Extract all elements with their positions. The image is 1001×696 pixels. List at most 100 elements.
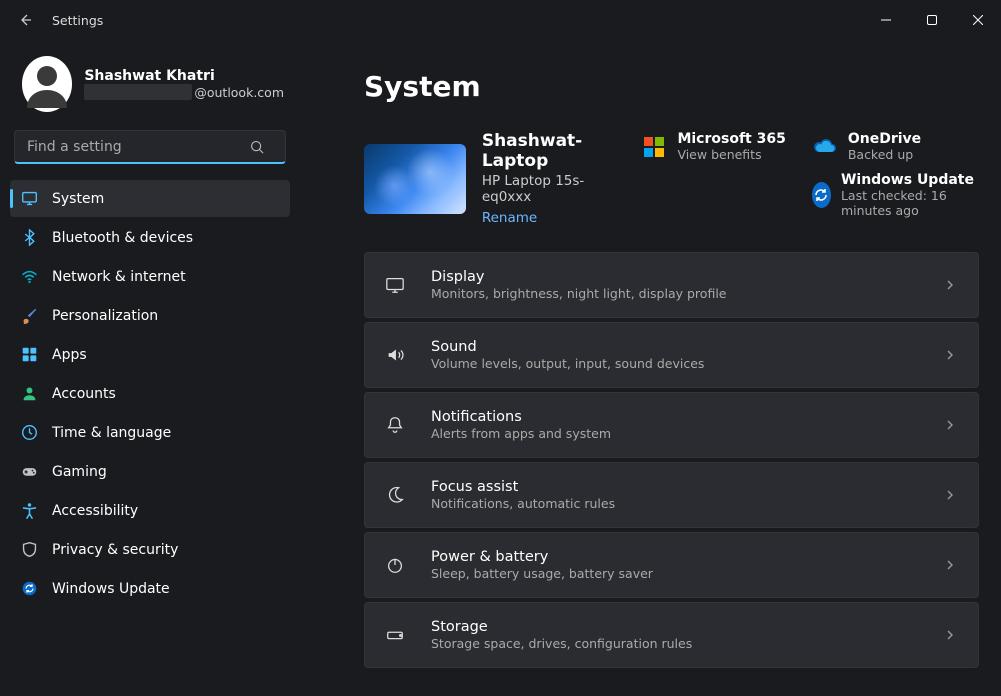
status-onedrive[interactable]: OneDriveBacked up xyxy=(812,131,979,162)
row-subtitle: Storage space, drives, configuration rul… xyxy=(431,636,692,651)
sidebar-item-apps[interactable]: Apps xyxy=(10,336,290,373)
titlebar: Settings xyxy=(0,0,1001,40)
settings-row-focus-assist[interactable]: Focus assistNotifications, automatic rul… xyxy=(364,462,979,528)
sidebar-item-label: Network & internet xyxy=(52,269,186,285)
sidebar-item-label: Apps xyxy=(52,347,87,363)
sidebar-item-label: Gaming xyxy=(52,464,107,480)
main: System Shashwat-Laptop HP Laptop 15s-eq0… xyxy=(300,40,1001,696)
user-email-redacted xyxy=(84,84,192,100)
sidebar-item-label: Bluetooth & devices xyxy=(52,230,193,246)
sidebar-item-accessibility[interactable]: Accessibility xyxy=(10,492,290,529)
chevron-right-icon xyxy=(944,349,956,361)
settings-row-display[interactable]: DisplayMonitors, brightness, night light… xyxy=(364,252,979,318)
row-title: Display xyxy=(431,269,726,285)
person-icon xyxy=(23,60,71,108)
settings-row-sound[interactable]: SoundVolume levels, output, input, sound… xyxy=(364,322,979,388)
device-model: HP Laptop 15s-eq0xxx xyxy=(482,173,624,205)
device-card: Shashwat-Laptop HP Laptop 15s-eq0xxx Ren… xyxy=(364,131,623,226)
back-button[interactable] xyxy=(14,8,38,32)
sidebar: Shashwat Khatri @outlook.com System Bluet… xyxy=(0,40,300,696)
sidebar-item-system[interactable]: System xyxy=(10,180,290,217)
row-subtitle: Sleep, battery usage, battery saver xyxy=(431,566,653,581)
clock-icon xyxy=(20,424,38,442)
close-icon xyxy=(973,15,983,25)
display-icon xyxy=(381,275,409,295)
sidebar-item-bluetooth-devices[interactable]: Bluetooth & devices xyxy=(10,219,290,256)
sidebar-item-label: Personalization xyxy=(52,308,158,324)
row-subtitle: Volume levels, output, input, sound devi… xyxy=(431,356,704,371)
system-icon xyxy=(20,190,38,208)
wifi-icon xyxy=(20,268,38,286)
sidebar-item-privacy-security[interactable]: Privacy & security xyxy=(10,531,290,568)
update-icon xyxy=(20,580,38,598)
user-card[interactable]: Shashwat Khatri @outlook.com xyxy=(6,50,294,126)
page-title: System xyxy=(364,70,979,103)
rename-link[interactable]: Rename xyxy=(482,210,537,226)
accessibility-icon xyxy=(20,502,38,520)
apps-icon xyxy=(20,346,38,364)
settings-row-power-battery[interactable]: Power & batterySleep, battery usage, bat… xyxy=(364,532,979,598)
settings-row-notifications[interactable]: NotificationsAlerts from apps and system xyxy=(364,392,979,458)
moon-icon xyxy=(381,485,409,505)
sidebar-item-label: System xyxy=(52,191,104,207)
status-sub: Backed up xyxy=(848,147,921,162)
sidebar-item-label: Accessibility xyxy=(52,503,138,519)
status-sub: Last checked: 16 minutes ago xyxy=(841,188,979,218)
sidebar-item-personalization[interactable]: Personalization xyxy=(10,297,290,334)
settings-list: DisplayMonitors, brightness, night light… xyxy=(364,252,979,668)
status-title: OneDrive xyxy=(848,131,921,147)
bell-icon xyxy=(381,415,409,435)
row-title: Storage xyxy=(431,619,692,635)
row-title: Power & battery xyxy=(431,549,653,565)
sidebar-item-label: Windows Update xyxy=(52,581,170,597)
status-m365[interactable]: Microsoft 365View benefits xyxy=(641,131,785,162)
sidebar-item-network-internet[interactable]: Network & internet xyxy=(10,258,290,295)
minimize-icon xyxy=(881,15,891,25)
user-name: Shashwat Khatri xyxy=(84,68,284,84)
maximize-icon xyxy=(927,15,937,25)
nav: System Bluetooth & devices Network & inter… xyxy=(6,176,294,611)
row-subtitle: Alerts from apps and system xyxy=(431,426,611,441)
row-title: Sound xyxy=(431,339,704,355)
user-email-suffix: @outlook.com xyxy=(194,85,284,100)
status-title: Microsoft 365 xyxy=(677,131,785,147)
close-button[interactable] xyxy=(955,4,1001,36)
status-windows-update[interactable]: Windows UpdateLast checked: 16 minutes a… xyxy=(812,172,979,218)
chevron-right-icon xyxy=(944,559,956,571)
brush-icon xyxy=(20,307,38,325)
app-title: Settings xyxy=(52,13,103,28)
sidebar-item-label: Accounts xyxy=(52,386,116,402)
m365-icon xyxy=(641,134,667,160)
update-icon xyxy=(812,182,831,208)
chevron-right-icon xyxy=(944,629,956,641)
status-sub: View benefits xyxy=(677,147,785,162)
sidebar-item-accounts[interactable]: Accounts xyxy=(10,375,290,412)
back-arrow-icon xyxy=(18,12,34,28)
row-title: Notifications xyxy=(431,409,611,425)
sidebar-item-windows-update[interactable]: Windows Update xyxy=(10,570,290,607)
sound-icon xyxy=(381,345,409,365)
row-subtitle: Notifications, automatic rules xyxy=(431,496,615,511)
minimize-button[interactable] xyxy=(863,4,909,36)
shield-icon xyxy=(20,541,38,559)
person-icon xyxy=(20,385,38,403)
chevron-right-icon xyxy=(944,419,956,431)
window-controls xyxy=(863,4,1001,36)
power-icon xyxy=(381,555,409,575)
maximize-button[interactable] xyxy=(909,4,955,36)
game-icon xyxy=(20,463,38,481)
chevron-right-icon xyxy=(944,489,956,501)
device-wallpaper-thumb xyxy=(364,144,466,214)
status-title: Windows Update xyxy=(841,172,979,188)
sidebar-item-label: Time & language xyxy=(52,425,171,441)
settings-row-storage[interactable]: StorageStorage space, drives, configurat… xyxy=(364,602,979,668)
search-input[interactable] xyxy=(14,130,286,164)
avatar xyxy=(22,56,72,112)
row-subtitle: Monitors, brightness, night light, displ… xyxy=(431,286,726,301)
sidebar-item-time-language[interactable]: Time & language xyxy=(10,414,290,451)
bluetooth-icon xyxy=(20,229,38,247)
row-title: Focus assist xyxy=(431,479,615,495)
storage-icon xyxy=(381,625,409,645)
sidebar-item-gaming[interactable]: Gaming xyxy=(10,453,290,490)
chevron-right-icon xyxy=(944,279,956,291)
